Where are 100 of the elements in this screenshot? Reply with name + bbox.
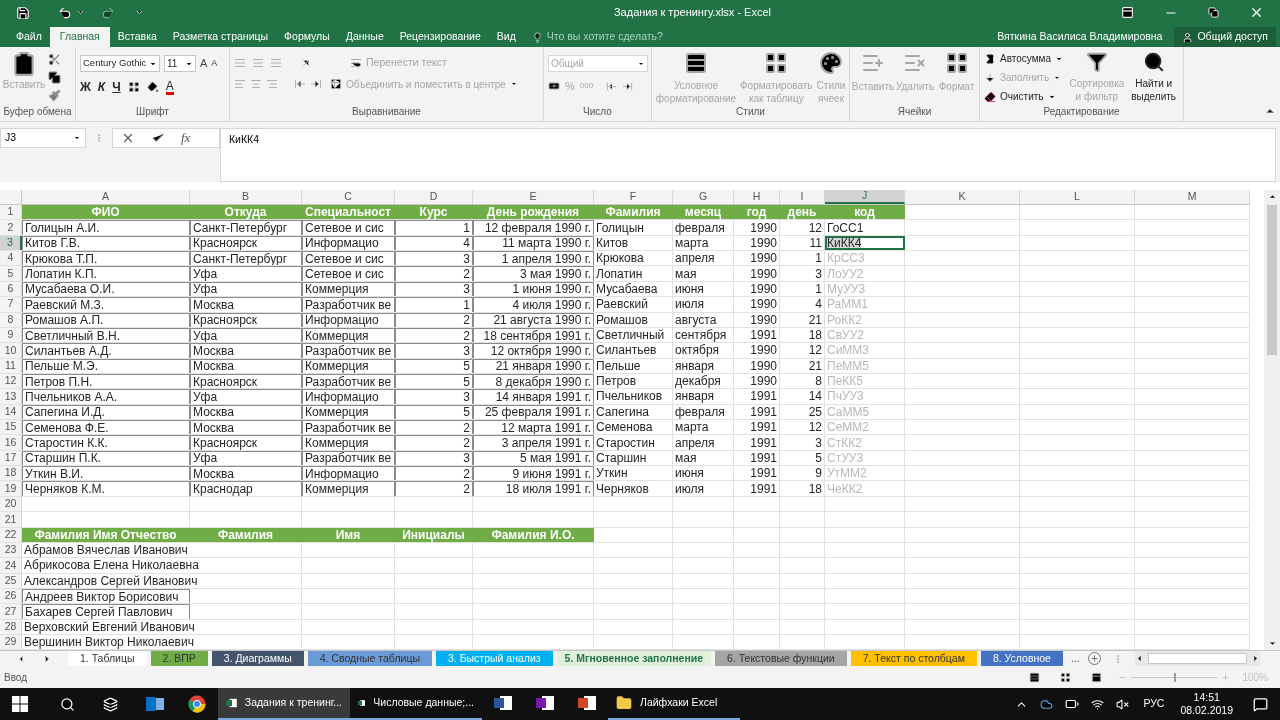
table-cell[interactable]: Информацио bbox=[302, 312, 395, 327]
column-header[interactable]: B bbox=[190, 190, 302, 204]
table-cell[interactable]: Пчельников bbox=[594, 389, 673, 404]
row-header[interactable]: 24 bbox=[0, 558, 22, 573]
formula-field[interactable]: КиКК4 bbox=[220, 128, 1276, 182]
copy-icon[interactable] bbox=[48, 71, 61, 84]
table-cell[interactable]: 3 bbox=[780, 435, 825, 450]
grow-font-button[interactable]: A bbox=[200, 55, 208, 72]
table-cell[interactable]: 4 bbox=[780, 297, 825, 312]
sheet-tab[interactable]: 5. Мгновенное заполнение bbox=[556, 651, 712, 667]
table-cell[interactable]: Коммерция bbox=[302, 481, 395, 496]
table-cell[interactable]: октября bbox=[673, 343, 734, 358]
table-cell[interactable]: 4 июля 1990 г. bbox=[473, 297, 594, 312]
table-cell[interactable]: Ромашов bbox=[594, 312, 673, 327]
table-cell[interactable]: июля bbox=[673, 481, 734, 496]
battery-icon[interactable] bbox=[1065, 697, 1080, 711]
zoom-slider-thumb[interactable] bbox=[1174, 672, 1177, 682]
table-cell[interactable]: 3 bbox=[395, 389, 473, 404]
row-header[interactable]: 16 bbox=[0, 435, 22, 450]
row-header[interactable]: 18 bbox=[0, 466, 22, 481]
notifications-icon[interactable] bbox=[1253, 696, 1268, 712]
editing-button[interactable]: Очистить bbox=[984, 89, 1066, 104]
ribbon-tab[interactable]: Данные bbox=[337, 27, 392, 47]
row-header[interactable]: 10 bbox=[0, 343, 22, 358]
table-cell[interactable]: Пельше М.Э. bbox=[22, 358, 190, 373]
row-header[interactable]: 29 bbox=[0, 635, 22, 650]
table-cell[interactable]: Пельше bbox=[594, 358, 673, 373]
table-cell[interactable]: 14 bbox=[780, 389, 825, 404]
customize-icon[interactable] bbox=[135, 8, 144, 17]
taskbar-app[interactable]: Лайфхаки Excel bbox=[608, 688, 740, 720]
table-cell[interactable]: февраля bbox=[673, 220, 734, 235]
ribbon-tab[interactable]: Формулы bbox=[276, 27, 338, 47]
zoom-slider[interactable] bbox=[1131, 672, 1218, 682]
table-cell[interactable]: 5 bbox=[395, 358, 473, 373]
column-header[interactable]: G bbox=[673, 190, 734, 204]
sheet-tab[interactable]: 7. Текст по столбцам bbox=[850, 651, 977, 667]
table-cell[interactable]: 1991 bbox=[734, 435, 780, 450]
table-cell[interactable]: 1990 bbox=[734, 358, 780, 373]
table-cell[interactable]: 21 января 1990 г. bbox=[473, 358, 594, 373]
table-cell[interactable]: 1991 bbox=[734, 389, 780, 404]
table-cell[interactable]: 12 bbox=[780, 343, 825, 358]
ribbon-tab[interactable]: Вставка bbox=[109, 27, 165, 47]
column-header[interactable]: M bbox=[1135, 190, 1250, 204]
table-cell[interactable]: Разработчик ве bbox=[302, 297, 395, 312]
insert-function-button[interactable]: fx bbox=[181, 128, 191, 148]
ribbon-tab[interactable]: Разметка страницы bbox=[164, 27, 277, 47]
ribbon-tab[interactable]: Файл bbox=[8, 27, 50, 47]
horizontal-scrollbar[interactable] bbox=[1134, 651, 1260, 667]
table-cell[interactable]: Александров Сергей Иванович bbox=[22, 573, 302, 588]
shrink-font-button[interactable]: A bbox=[211, 56, 218, 71]
table-cell[interactable]: Раевский М.З. bbox=[22, 297, 190, 312]
font-color-button[interactable]: A bbox=[165, 79, 174, 95]
table-cell[interactable]: Старостин К.К. bbox=[22, 435, 190, 450]
sheet-tab[interactable]: 3. Диаграммы bbox=[211, 651, 304, 667]
cloud-icon[interactable] bbox=[1040, 697, 1054, 711]
table-cell[interactable]: 3 bbox=[780, 266, 825, 281]
column-header[interactable]: L bbox=[1020, 190, 1135, 204]
more-tabs-button[interactable]: ... bbox=[1066, 651, 1084, 667]
enter-icon[interactable] bbox=[151, 131, 165, 145]
ribbon-display-icon[interactable] bbox=[1121, 6, 1134, 19]
table-cell[interactable]: Информацио bbox=[302, 389, 395, 404]
cut-icon[interactable] bbox=[48, 53, 61, 66]
start-icon[interactable] bbox=[12, 696, 28, 712]
table-cell[interactable]: 12 октября 1990 г. bbox=[473, 343, 594, 358]
table-cell[interactable]: Санкт-Петербург bbox=[190, 220, 302, 235]
column-header[interactable]: D bbox=[395, 190, 473, 204]
scroll-right-icon[interactable] bbox=[1251, 654, 1260, 664]
ribbon-tab[interactable]: Главная bbox=[49, 27, 110, 47]
table-cell[interactable]: Пчельников А.А. bbox=[22, 389, 190, 404]
table-cell[interactable]: 12 февраля 1990 г. bbox=[473, 220, 594, 235]
row-header[interactable]: 27 bbox=[0, 604, 22, 619]
bold-button[interactable]: Ж bbox=[80, 78, 91, 96]
table-cell[interactable]: 1991 bbox=[734, 481, 780, 496]
table-cell[interactable]: 3 мая 1990 г. bbox=[473, 266, 594, 281]
editing-button[interactable]: Автосумма bbox=[984, 51, 1066, 66]
table-cell[interactable]: 2 bbox=[395, 435, 473, 450]
table-cell[interactable]: Разработчик ве bbox=[302, 343, 395, 358]
table-cell[interactable]: Москва bbox=[190, 297, 302, 312]
currency-icon[interactable] bbox=[548, 80, 560, 93]
table-cell[interactable]: июля bbox=[673, 297, 734, 312]
table-cell[interactable]: Раевский bbox=[594, 297, 673, 312]
table-cell[interactable]: 21 августа 1990 г. bbox=[473, 312, 594, 327]
fill-color-icon[interactable] bbox=[146, 81, 159, 93]
column-header[interactable]: H bbox=[734, 190, 780, 204]
italic-button[interactable]: К bbox=[97, 78, 106, 96]
speaker-muted-icon[interactable] bbox=[1116, 697, 1130, 711]
table-cell[interactable]: Сетевое и сис bbox=[302, 220, 395, 235]
increase-indent-icon[interactable] bbox=[310, 78, 322, 91]
table-cell[interactable]: Сетевое и сис bbox=[302, 266, 395, 281]
table-cell[interactable]: 14 января 1991 г. bbox=[473, 389, 594, 404]
row-header[interactable]: 1 bbox=[0, 205, 22, 220]
ribbon-tab[interactable]: Рецензирование bbox=[391, 27, 489, 47]
table-cell[interactable]: Черняков bbox=[594, 481, 673, 496]
taskbar-app[interactable]: Числовые данные;... bbox=[350, 688, 482, 720]
table-cell[interactable]: Старостин bbox=[594, 435, 673, 450]
table-cell[interactable]: 3 апреля 1991 г. bbox=[473, 435, 594, 450]
vertical-scrollbar[interactable] bbox=[1264, 190, 1280, 651]
table-cell[interactable]: 3 bbox=[395, 343, 473, 358]
column-header[interactable]: J bbox=[825, 190, 905, 204]
table-cell[interactable]: 1 bbox=[395, 297, 473, 312]
